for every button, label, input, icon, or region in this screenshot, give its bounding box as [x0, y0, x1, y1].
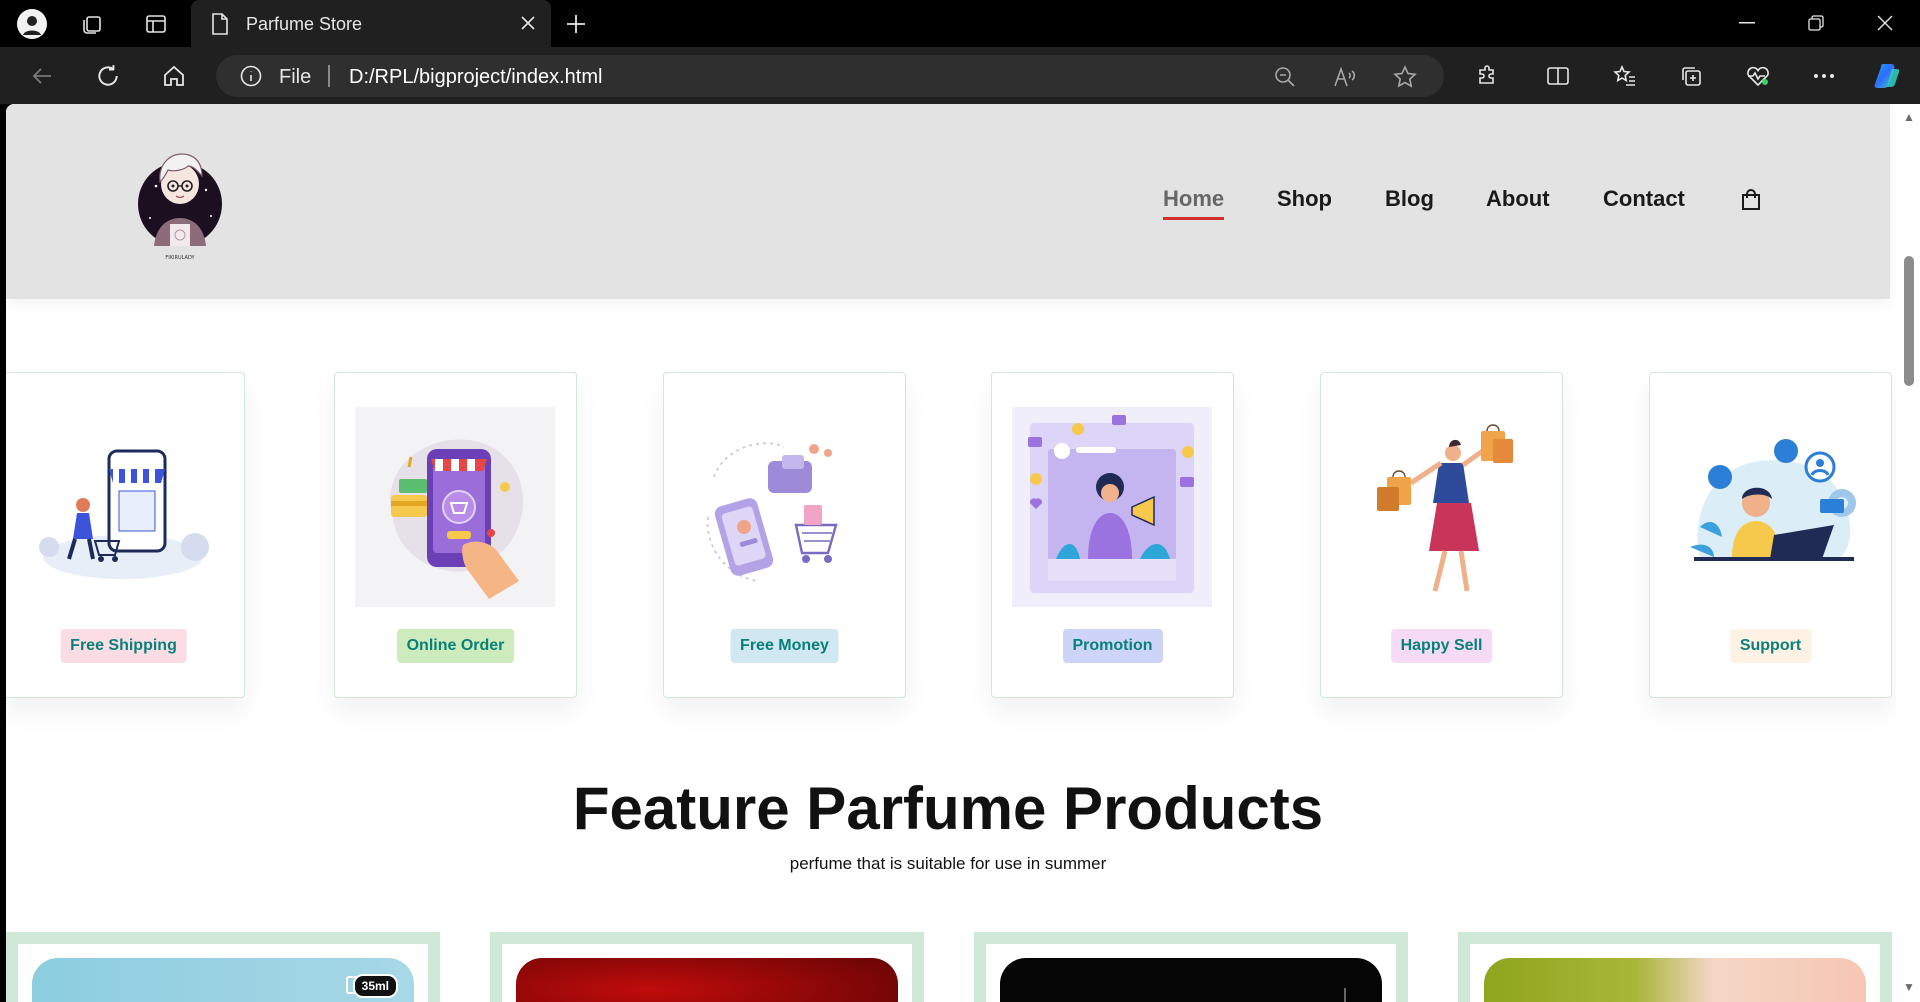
support-illustration: [1670, 407, 1870, 607]
url-text[interactable]: D:/RPL/bigproject/index.html: [349, 66, 602, 89]
browser-window: Parfume Store File D:/RPL/bigproject/ind…: [0, 0, 1920, 1002]
page-viewport: FIKIRULADY Home Shop Blog About Contact: [6, 104, 1920, 1002]
collections-icon[interactable]: [1674, 59, 1708, 93]
free-money-illustration: [684, 407, 884, 607]
restore-icon[interactable]: [1793, 7, 1839, 39]
size-tag: 35ml: [352, 974, 398, 998]
product-card[interactable]: 35ml: [6, 932, 440, 1002]
feature-label: Support: [1729, 629, 1812, 663]
tab-actions-icon[interactable]: [140, 8, 172, 40]
minimize-icon[interactable]: [1724, 7, 1770, 39]
online-order-illustration: [355, 407, 555, 607]
nav-home[interactable]: Home: [1163, 186, 1225, 220]
copilot-icon[interactable]: [1870, 59, 1904, 93]
extensions-icon[interactable]: [1471, 59, 1505, 93]
site-logo[interactable]: FIKIRULADY: [136, 138, 232, 264]
feature-label: Promotion: [1062, 629, 1163, 663]
back-icon[interactable]: [25, 59, 59, 93]
browser-essentials-icon[interactable]: [1741, 59, 1775, 93]
section-title: Feature Parfume Products: [572, 775, 1324, 842]
feature-label: Free Money: [730, 629, 839, 663]
title-bar: Parfume Store: [0, 0, 1920, 47]
read-aloud-icon[interactable]: [1332, 64, 1358, 90]
scroll-down-icon[interactable]: ▼: [1902, 980, 1916, 994]
favorite-star-icon[interactable]: [1392, 64, 1418, 90]
site-header: FIKIRULADY Home Shop Blog About Contact: [6, 104, 1890, 299]
product-card-inner: [1470, 944, 1880, 1002]
nav-about[interactable]: About: [1486, 186, 1550, 212]
profile-avatar-icon[interactable]: [16, 8, 48, 40]
navigation-bar: File D:/RPL/bigproject/index.html: [0, 47, 1920, 104]
feature-label: Free Shipping: [60, 629, 187, 663]
svg-text:FIKIRULADY: FIKIRULADY: [165, 255, 195, 261]
product-image[interactable]: [516, 958, 898, 1002]
promotion-illustration: [1012, 407, 1212, 607]
product-card-inner: [502, 944, 912, 1002]
scroll-up-icon[interactable]: ▲: [1902, 110, 1916, 124]
nav-blog[interactable]: Blog: [1385, 186, 1434, 212]
section-subtitle: perfume that is suitable for use in summ…: [789, 854, 1107, 873]
tab-title: Parfume Store: [246, 14, 363, 34]
feature-card-support: Support: [1649, 372, 1892, 698]
bottle-reflection: [1344, 988, 1346, 1002]
feature-label: Online Order: [396, 629, 515, 663]
info-icon[interactable]: [240, 65, 262, 87]
tab-close-icon[interactable]: [515, 10, 541, 36]
more-options-icon[interactable]: [1807, 59, 1841, 93]
active-tab[interactable]: Parfume Store: [191, 0, 551, 47]
new-tab-icon[interactable]: [560, 8, 592, 40]
product-card[interactable]: [974, 932, 1408, 1002]
scheme-label: File: [279, 66, 312, 88]
shopping-bag-icon[interactable]: [1739, 188, 1763, 212]
feature-label: Happy Sell: [1390, 629, 1493, 663]
address-bar[interactable]: File D:/RPL/bigproject/index.html: [216, 55, 1444, 97]
page-scrollbar[interactable]: ▲ ▼: [1896, 104, 1920, 1002]
feature-card-online-order: Online Order: [334, 372, 577, 698]
zoom-out-icon[interactable]: [1272, 64, 1298, 90]
refresh-icon[interactable]: [91, 59, 125, 93]
close-window-icon[interactable]: [1862, 7, 1908, 39]
nav-shop[interactable]: Shop: [1277, 186, 1332, 212]
split-screen-icon[interactable]: [1541, 59, 1575, 93]
feature-card-promotion: Promotion: [991, 372, 1234, 698]
workspaces-icon[interactable]: [76, 8, 108, 40]
product-card-inner: 35ml: [18, 944, 428, 1002]
page-icon: [210, 12, 230, 41]
scroll-thumb[interactable]: [1904, 256, 1914, 386]
feature-card-free-money: Free Money: [663, 372, 906, 698]
favorites-icon[interactable]: [1608, 59, 1642, 93]
happy-sell-illustration: [1341, 407, 1541, 607]
product-image[interactable]: 35ml: [32, 958, 414, 1002]
feature-card-happy-sell: Happy Sell: [1320, 372, 1563, 698]
product-card[interactable]: [1458, 932, 1892, 1002]
omnibox-divider: [328, 65, 330, 87]
nav-contact[interactable]: Contact: [1603, 186, 1685, 212]
product-card[interactable]: [490, 932, 924, 1002]
product-image[interactable]: [1000, 958, 1382, 1002]
home-icon[interactable]: [157, 59, 191, 93]
shipping-illustration: [23, 407, 223, 607]
feature-card-free-shipping: Free Shipping: [6, 372, 245, 698]
product-image[interactable]: [1484, 958, 1866, 1002]
product-card-inner: [986, 944, 1396, 1002]
